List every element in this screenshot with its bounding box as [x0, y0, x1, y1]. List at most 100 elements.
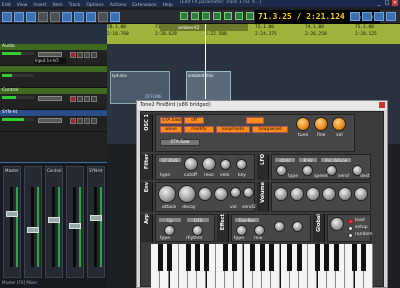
- mixer-strip[interactable]: Control: [45, 166, 63, 278]
- mixer-strip[interactable]: [66, 166, 84, 278]
- vol-release-knob[interactable]: [322, 187, 336, 201]
- setup-radio[interactable]: [348, 226, 353, 231]
- open-project-icon[interactable]: [14, 12, 24, 22]
- loop-icon[interactable]: [235, 12, 243, 20]
- vol-decay-knob[interactable]: [290, 187, 304, 201]
- track-input-select[interactable]: Input 1+In5: [34, 58, 66, 64]
- fader-cap[interactable]: [27, 227, 39, 233]
- save-project-icon[interactable]: [26, 12, 36, 22]
- menu-insert[interactable]: Insert: [33, 2, 46, 10]
- black-key[interactable]: [361, 244, 367, 271]
- plugin-window-title[interactable]: Tone2 FireBird (x86 bridged): [137, 101, 387, 110]
- lfo-speed-knob[interactable]: [302, 165, 313, 176]
- lfo-type-select[interactable]: static: [274, 157, 296, 163]
- effect-section-tab[interactable]: Effect: [217, 214, 229, 242]
- piano-keyboard[interactable]: [151, 244, 373, 288]
- black-key[interactable]: [296, 244, 302, 271]
- menu-edit[interactable]: Edit: [2, 2, 11, 10]
- fx-icon[interactable]: [91, 52, 97, 58]
- track-name[interactable]: Audio: [2, 44, 15, 49]
- track-row[interactable]: Audio Input 1+In5: [0, 44, 107, 66]
- attack-knob[interactable]: [158, 185, 176, 203]
- new-project-icon[interactable]: [2, 12, 12, 22]
- lfo-type-knob[interactable]: [276, 165, 287, 176]
- black-key[interactable]: [268, 244, 274, 271]
- arp-mode-select[interactable]: Up: [158, 217, 182, 223]
- menu-track[interactable]: Track: [69, 2, 81, 10]
- black-key[interactable]: [259, 244, 265, 271]
- menu-actions[interactable]: Actions: [110, 2, 126, 10]
- effect-fx2-knob[interactable]: [292, 221, 303, 232]
- lfo-dest-select[interactable]: Osc.detune: [320, 157, 352, 163]
- undo-icon[interactable]: [38, 12, 48, 22]
- redo-icon[interactable]: [50, 12, 60, 22]
- pause-icon[interactable]: [213, 12, 221, 20]
- track-name[interactable]: Control: [2, 88, 18, 93]
- routing-icon[interactable]: [386, 12, 396, 21]
- black-key[interactable]: [324, 244, 330, 271]
- osc1-opt[interactable]: looppaced: [252, 126, 288, 133]
- release-knob[interactable]: [214, 187, 228, 201]
- sustain-knob[interactable]: [198, 187, 212, 201]
- osc1-preset-select[interactable]: STA.Saw: [160, 117, 182, 124]
- ripple-icon[interactable]: [86, 12, 96, 22]
- black-key[interactable]: [167, 244, 172, 271]
- menu-extensions[interactable]: Extensions: [132, 2, 156, 10]
- envelope-icon[interactable]: [110, 12, 120, 22]
- track-row[interactable]: SYN-ht: [0, 110, 107, 132]
- vol-knob[interactable]: [332, 117, 346, 131]
- random-radio[interactable]: [348, 233, 353, 238]
- mute-icon[interactable]: [77, 52, 83, 58]
- mute-icon[interactable]: [77, 96, 83, 102]
- arp-section-tab[interactable]: Arp: [141, 214, 153, 242]
- solo-icon[interactable]: [84, 96, 90, 102]
- cutoff-knob[interactable]: [184, 157, 198, 171]
- record-arm-icon[interactable]: [70, 96, 76, 102]
- fx-icon[interactable]: [91, 118, 97, 124]
- volume-slider[interactable]: [38, 52, 62, 57]
- menu-options[interactable]: Options: [86, 2, 103, 10]
- snap-icon[interactable]: [74, 12, 84, 22]
- osc1-loop-mode[interactable]: [246, 117, 264, 124]
- track-name[interactable]: SYN-ht: [2, 110, 17, 115]
- maximize-button[interactable]: □: [384, 0, 390, 6]
- rewind-icon[interactable]: [180, 12, 188, 20]
- arp-rhythm-knob[interactable]: [192, 225, 203, 236]
- global-section-tab[interactable]: Global: [313, 214, 325, 242]
- black-key[interactable]: [352, 244, 357, 271]
- filter-type-select[interactable]: LP 36dB: [158, 157, 182, 163]
- menu-view[interactable]: View: [17, 2, 28, 10]
- osc2-preset-select[interactable]: STA.Saw: [160, 139, 200, 146]
- solo-icon[interactable]: [84, 118, 90, 124]
- env-vol-knob[interactable]: [230, 187, 241, 198]
- fx-browser-icon[interactable]: [362, 12, 372, 21]
- volume-slider[interactable]: [38, 96, 62, 101]
- master-volume-knob[interactable]: [330, 217, 344, 231]
- effect-mix-knob[interactable]: [254, 225, 265, 236]
- black-key[interactable]: [315, 244, 320, 271]
- close-button[interactable]: ×: [392, 0, 398, 6]
- env-send-knob[interactable]: [243, 187, 254, 198]
- mixer-toggle-icon[interactable]: [350, 12, 360, 21]
- arp-type-knob[interactable]: [164, 225, 175, 236]
- black-key[interactable]: [204, 244, 209, 271]
- load-indicator[interactable]: [348, 219, 353, 224]
- track-row[interactable]: [0, 66, 107, 88]
- mixer-strip[interactable]: SYN-ht: [87, 166, 105, 278]
- arp-rhythm-select[interactable]: 1/16: [186, 217, 210, 223]
- region-marker[interactable]: ambient2: [160, 24, 248, 31]
- fine-knob[interactable]: [314, 117, 328, 131]
- vol-attack-knob[interactable]: [274, 187, 288, 201]
- effect-type-knob[interactable]: [236, 225, 247, 236]
- velo-knob[interactable]: [220, 159, 231, 170]
- black-key[interactable]: [194, 244, 200, 271]
- tune-knob[interactable]: [296, 117, 310, 131]
- volume-section-tab[interactable]: Volume: [257, 182, 269, 212]
- effect-type-select[interactable]: Ens-Rev: [234, 217, 260, 223]
- stop-icon[interactable]: [191, 12, 199, 20]
- lfo-section-tab[interactable]: LFO: [257, 154, 269, 180]
- effect-fx1-knob[interactable]: [274, 221, 285, 232]
- env-section-tab[interactable]: Env: [141, 182, 153, 212]
- record-icon[interactable]: [224, 12, 232, 20]
- filter-section-tab[interactable]: Filter: [141, 154, 153, 180]
